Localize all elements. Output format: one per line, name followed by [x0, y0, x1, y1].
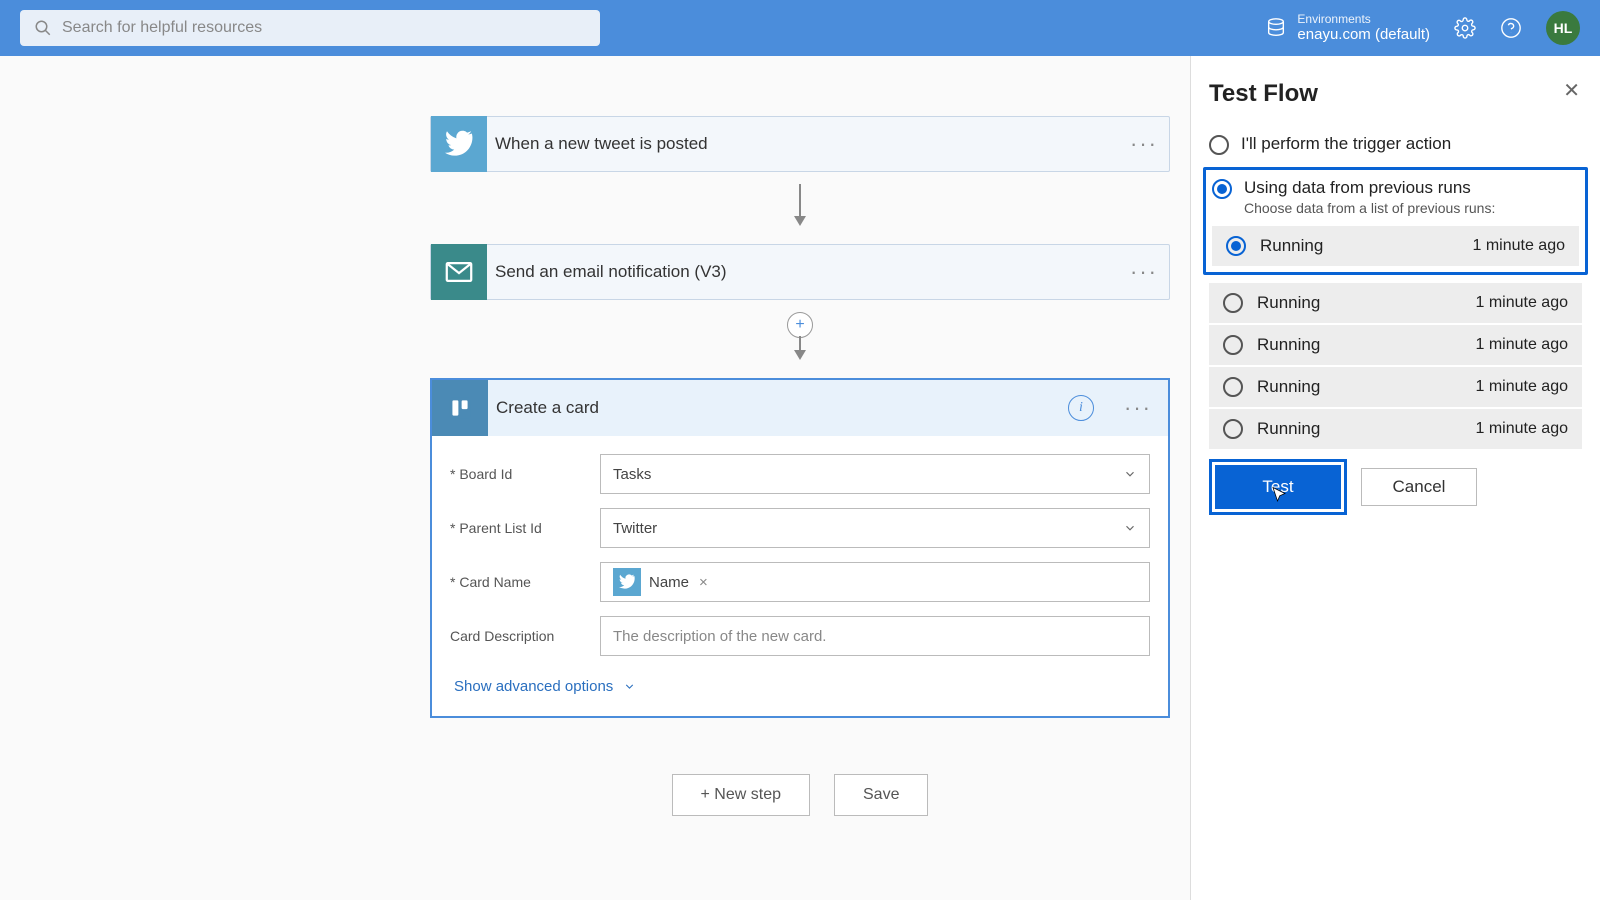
card-description-input[interactable]: The description of the new card. [600, 616, 1150, 656]
board-id-label: * Board Id [450, 466, 600, 482]
run-item[interactable]: Running 1 minute ago [1212, 226, 1579, 266]
highlighted-selection: Using data from previous runs Choose dat… [1203, 167, 1588, 275]
environments-label: Environments [1297, 12, 1430, 26]
save-button[interactable]: Save [834, 774, 928, 816]
card-description-label: Card Description [450, 628, 600, 644]
board-id-select[interactable]: Tasks [600, 454, 1150, 494]
run-item[interactable]: Running 1 minute ago [1209, 409, 1582, 449]
radio-icon [1223, 335, 1243, 355]
mail-icon [431, 244, 487, 300]
card-name-label: * Card Name [450, 574, 600, 590]
create-card-step: Create a card i ··· * Board Id Tasks * P… [430, 378, 1170, 718]
email-step[interactable]: Send an email notification (V3) ··· [430, 244, 1170, 300]
environment-value: enayu.com (default) [1297, 26, 1430, 44]
radio-icon [1209, 135, 1229, 155]
info-icon[interactable]: i [1068, 395, 1094, 421]
test-button-highlight: Test [1209, 459, 1347, 515]
option-previous-runs[interactable]: Using data from previous runs Choose dat… [1212, 176, 1579, 220]
parent-list-label: * Parent List Id [450, 520, 600, 536]
option-perform-trigger[interactable]: I'll perform the trigger action [1209, 126, 1582, 163]
twitter-icon [431, 116, 487, 172]
show-advanced-toggle[interactable]: Show advanced options [450, 678, 636, 695]
trigger-title: When a new tweet is posted [487, 134, 1119, 154]
card-description-placeholder: The description of the new card. [613, 628, 826, 645]
radio-icon [1223, 293, 1243, 313]
environment-picker[interactable]: Environments enayu.com (default) [1265, 12, 1430, 44]
radio-icon [1212, 179, 1232, 199]
parent-list-value: Twitter [613, 520, 657, 537]
chevron-down-icon [1123, 521, 1137, 535]
card-step-title: Create a card [488, 398, 1068, 418]
radio-icon [1226, 236, 1246, 256]
card-menu[interactable]: ··· [1118, 395, 1158, 421]
panel-title: Test Flow [1209, 80, 1582, 108]
parent-list-select[interactable]: Twitter [600, 508, 1150, 548]
search-icon [34, 19, 52, 37]
twitter-token-icon [613, 568, 641, 596]
search-input[interactable] [62, 19, 586, 37]
connector-arrow [794, 172, 806, 244]
board-id-value: Tasks [613, 466, 651, 483]
card-name-input[interactable]: Name × [600, 562, 1150, 602]
test-button[interactable]: Test [1215, 465, 1341, 509]
help-icon[interactable] [1500, 17, 1522, 39]
top-bar: Environments enayu.com (default) HL [0, 0, 1600, 56]
close-icon[interactable]: ✕ [1563, 78, 1580, 103]
new-step-button[interactable]: + New step [672, 774, 810, 816]
radio-icon [1223, 377, 1243, 397]
search-box[interactable] [20, 10, 600, 46]
radio-icon [1223, 419, 1243, 439]
connector-arrow-add: + [787, 300, 813, 378]
run-item[interactable]: Running 1 minute ago [1209, 367, 1582, 407]
trigger-step[interactable]: When a new tweet is posted ··· [430, 116, 1170, 172]
run-item[interactable]: Running 1 minute ago [1209, 283, 1582, 323]
header-right: Environments enayu.com (default) HL [1265, 11, 1580, 45]
trigger-menu[interactable]: ··· [1119, 131, 1169, 157]
test-flow-panel: ✕ Test Flow I'll perform the trigger act… [1190, 56, 1600, 900]
email-menu[interactable]: ··· [1119, 259, 1169, 285]
chevron-down-icon [623, 680, 636, 693]
email-title: Send an email notification (V3) [487, 262, 1119, 282]
trello-icon [432, 380, 488, 436]
token-remove[interactable]: × [697, 574, 708, 591]
previous-runs-list-rest: Running 1 minute ago Running 1 minute ag… [1209, 283, 1582, 449]
chevron-down-icon [1123, 467, 1137, 481]
add-step-icon[interactable]: + [787, 312, 813, 338]
settings-icon[interactable] [1454, 17, 1476, 39]
cancel-button[interactable]: Cancel [1361, 468, 1477, 506]
previous-runs-list: Running 1 minute ago [1212, 226, 1579, 266]
card-step-header[interactable]: Create a card i ··· [432, 380, 1168, 436]
token-label: Name [641, 574, 697, 591]
run-item[interactable]: Running 1 minute ago [1209, 325, 1582, 365]
database-icon [1265, 17, 1287, 39]
user-avatar[interactable]: HL [1546, 11, 1580, 45]
